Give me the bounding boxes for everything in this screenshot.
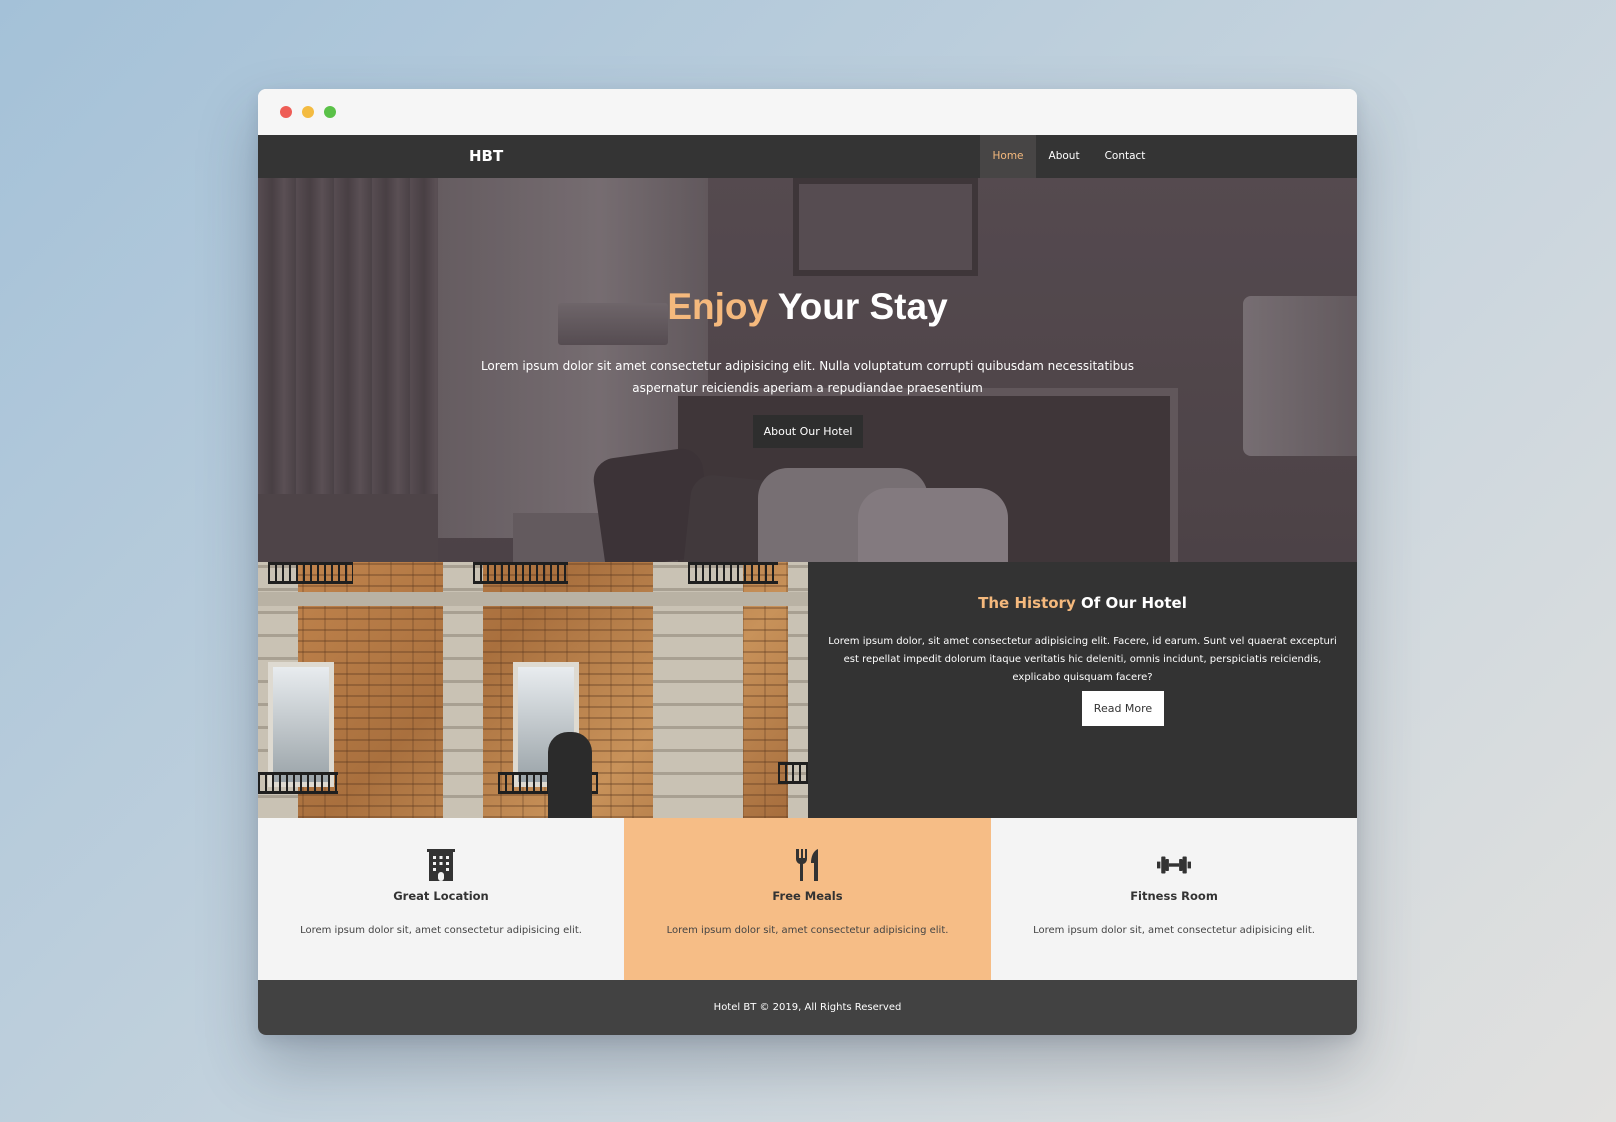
feature-title: Great Location	[393, 889, 489, 903]
utensils-icon	[795, 849, 818, 881]
footer: Hotel BT © 2019, All Rights Reserved	[258, 980, 1357, 1035]
maximize-window-button[interactable]	[324, 106, 336, 118]
features-section: Great Location Lorem ipsum dolor sit, am…	[258, 818, 1357, 980]
nav-link-home[interactable]: Home	[980, 135, 1037, 178]
history-content: The History Of Our Hotel Lorem ipsum dol…	[808, 562, 1357, 818]
hero-title: Enjoy Your Stay	[258, 286, 1357, 328]
nav-link-about[interactable]: About	[1036, 135, 1092, 178]
brand-logo[interactable]: HBT	[469, 135, 503, 178]
close-window-button[interactable]	[280, 106, 292, 118]
feature-text: Lorem ipsum dolor sit, amet consectetur …	[666, 925, 949, 936]
read-more-button[interactable]: Read More	[1082, 691, 1164, 726]
feature-text: Lorem ipsum dolor sit, amet consectetur …	[300, 925, 582, 936]
feature-fitness-room: Fitness Room Lorem ipsum dolor sit, amet…	[991, 818, 1357, 980]
history-description: Lorem ipsum dolor, sit amet consectetur …	[828, 636, 1337, 683]
feature-free-meals: Free Meals Lorem ipsum dolor sit, amet c…	[624, 818, 991, 980]
history-title-accent: The History	[978, 594, 1076, 612]
minimize-window-button[interactable]	[302, 106, 314, 118]
about-our-hotel-button[interactable]: About Our Hotel	[753, 415, 863, 448]
feature-title: Fitness Room	[1130, 889, 1218, 903]
footer-copyright: Hotel BT © 2019, All Rights Reserved	[713, 1002, 902, 1013]
hero-section: Enjoy Your Stay Lorem ipsum dolor sit am…	[258, 178, 1357, 562]
nav-links: Home About Contact	[980, 135, 1158, 178]
hero-title-rest: Your Stay	[768, 286, 948, 327]
feature-great-location: Great Location Lorem ipsum dolor sit, am…	[258, 818, 624, 980]
feature-title: Free Meals	[772, 889, 843, 903]
history-section: The History Of Our Hotel Lorem ipsum dol…	[258, 562, 1357, 818]
navbar: HBT Home About Contact	[258, 135, 1357, 178]
browser-window: HBT Home About Contact Enjoy Your Stay L…	[258, 89, 1357, 1035]
building-icon	[427, 849, 455, 881]
history-title: The History Of Our Hotel	[808, 594, 1357, 612]
dumbbell-icon	[1157, 856, 1191, 874]
hero-title-accent: Enjoy	[667, 286, 769, 327]
hero-description: Lorem ipsum dolor sit amet consectetur a…	[480, 359, 1135, 395]
history-title-rest: Of Our Hotel	[1075, 594, 1187, 612]
hotel-building-image	[258, 562, 808, 818]
feature-text: Lorem ipsum dolor sit, amet consectetur …	[1033, 925, 1315, 936]
window-titlebar	[258, 89, 1357, 135]
nav-link-contact[interactable]: Contact	[1092, 135, 1158, 178]
